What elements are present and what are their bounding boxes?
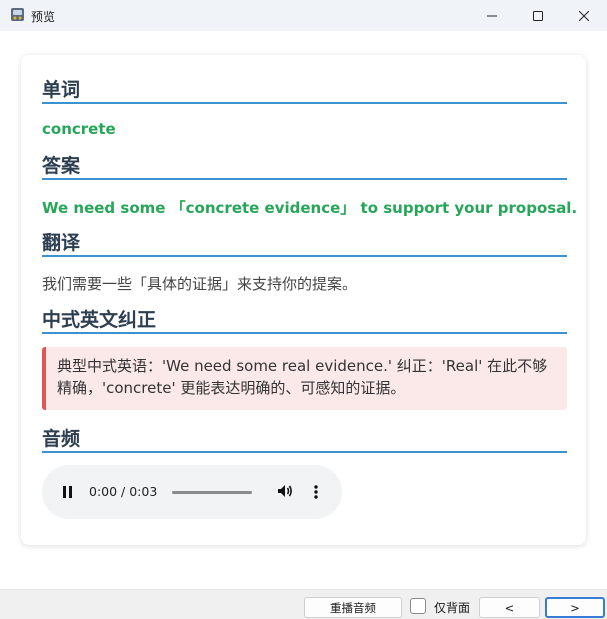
close-icon [579, 10, 589, 21]
word-text: concrete [42, 120, 116, 138]
correction-line-1: 典型中式英语：'We need some real evidence.' 纠正：… [57, 357, 548, 375]
more-options-icon[interactable] [312, 483, 320, 501]
content-area: 单词 concrete 答案 We need some 「concrete ev… [1, 31, 606, 563]
audio-heading: 音频 [42, 424, 567, 453]
chinglish-heading: 中式英文纠正 [42, 305, 567, 334]
correction-box: 典型中式英语：'We need some real evidence.' 纠正：… [42, 347, 567, 410]
audio-time: 0:00 / 0:03 [89, 484, 158, 499]
word-heading: 单词 [42, 75, 567, 104]
answer-heading: 答案 [42, 151, 567, 180]
maximize-icon [533, 10, 543, 21]
title-bar: 预览 [0, 0, 607, 31]
preview-card: 单词 concrete 答案 We need some 「concrete ev… [21, 55, 586, 545]
close-button[interactable] [561, 0, 607, 31]
pause-icon[interactable] [62, 485, 74, 499]
minimize-button[interactable] [469, 0, 515, 31]
minimize-icon [487, 15, 497, 16]
volume-icon[interactable] [276, 482, 294, 500]
translation-heading: 翻译 [42, 228, 567, 257]
correction-line-2: 精确，'concrete' 更能表达明确的、可感知的证据。 [57, 379, 406, 397]
maximize-button[interactable] [515, 0, 561, 31]
audio-player: 0:00 / 0:03 [42, 465, 342, 519]
back-only-label: 仅背面 [434, 601, 471, 615]
next-button[interactable]: > [545, 597, 605, 618]
back-only-checkbox[interactable] [410, 598, 426, 614]
prev-button[interactable]: < [479, 597, 540, 618]
audio-progress-slider[interactable] [172, 491, 252, 494]
bottom-toolbar: 重播音频 仅背面 < > [0, 590, 607, 619]
translation-text: 我们需要一些「具体的证据」来支持你的提案。 [42, 275, 358, 293]
window-title: 预览 [31, 10, 56, 24]
app-icon [10, 7, 25, 22]
answer-text: We need some 「concrete evidence」 to supp… [42, 199, 578, 217]
content-footer-spacer [0, 563, 607, 590]
replay-audio-button[interactable]: 重播音频 [304, 597, 402, 618]
